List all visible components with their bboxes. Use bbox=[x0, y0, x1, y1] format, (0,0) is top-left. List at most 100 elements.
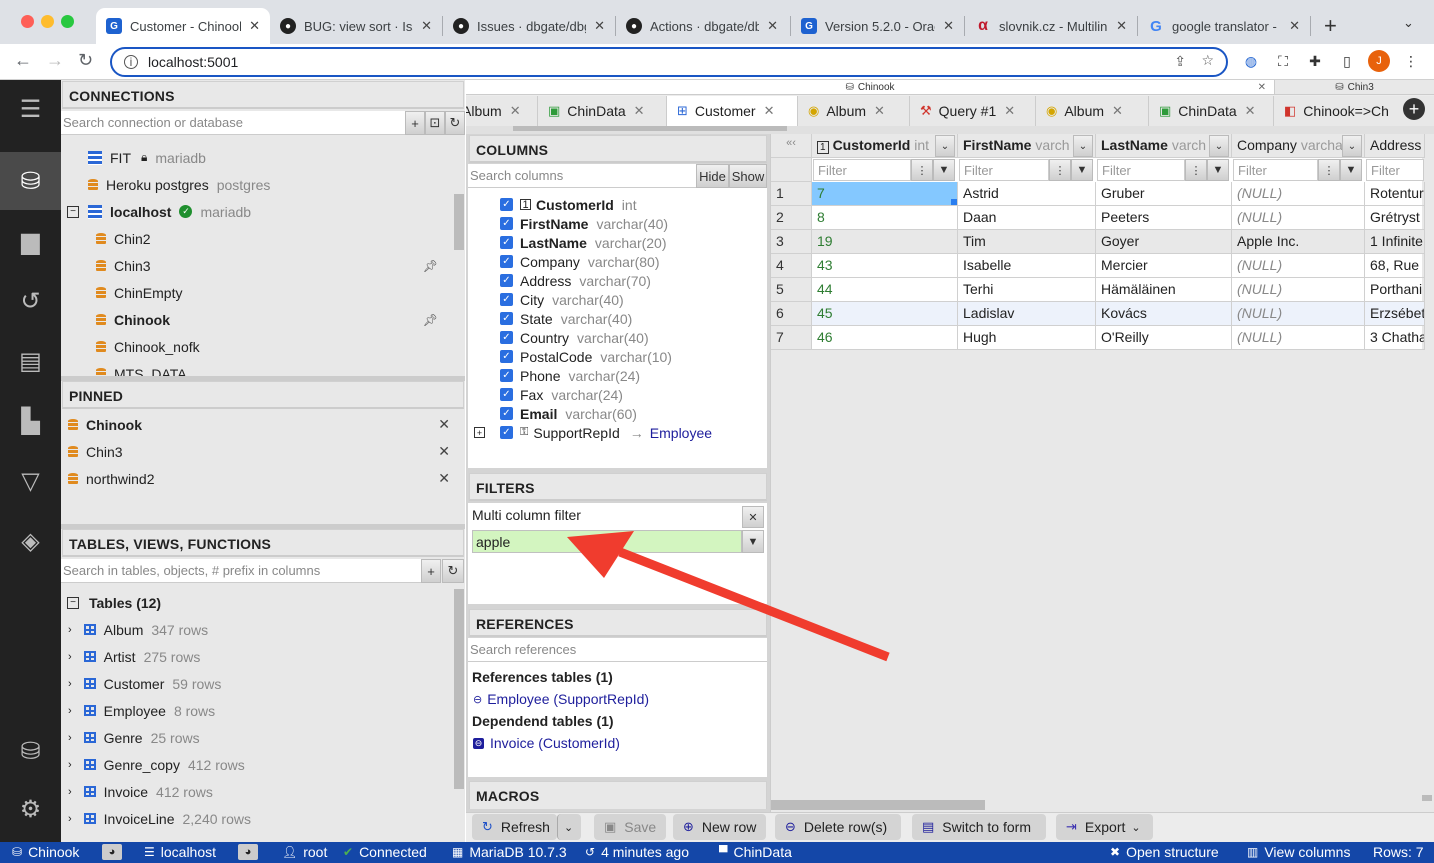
close-tab-icon[interactable]: ✕ bbox=[764, 103, 775, 119]
grid-cell[interactable]: Peeters bbox=[1096, 206, 1232, 230]
database-color-button[interactable]: ◕ bbox=[102, 844, 122, 860]
column-item[interactable]: ✓ City varchar(40) bbox=[500, 290, 624, 309]
table-item[interactable]: › Employee 8 rows bbox=[68, 697, 215, 724]
chevron-right-icon[interactable]: › bbox=[68, 732, 72, 744]
column-checkbox[interactable]: ✓ bbox=[500, 217, 513, 230]
refresh-connections-button[interactable]: ↻ bbox=[445, 111, 465, 135]
fk-target-link[interactable]: Employee bbox=[650, 425, 712, 441]
unpin-icon[interactable]: ✕ bbox=[438, 416, 450, 433]
back-button[interactable]: ← bbox=[14, 50, 32, 71]
column-checkbox[interactable]: ✓ bbox=[500, 331, 513, 344]
filter-options-button[interactable]: ⋮ bbox=[1049, 159, 1071, 181]
column-checkbox[interactable]: ✓ bbox=[500, 274, 513, 287]
connections-search-input[interactable]: Search connection or database bbox=[61, 111, 405, 135]
menu-icon[interactable]: ☰ bbox=[0, 80, 61, 138]
chevron-right-icon[interactable]: › bbox=[68, 705, 72, 717]
doc-tab[interactable]: ⚒ Query #1 ✕ bbox=[910, 96, 1036, 126]
delete-rows-button[interactable]: ⊖ Delete row(s) bbox=[775, 814, 901, 840]
grid-cell[interactable]: Daan bbox=[958, 206, 1096, 230]
column-checkbox[interactable]: ✓ bbox=[500, 236, 513, 249]
reload-button[interactable]: ↻ bbox=[78, 50, 93, 71]
grid-cell[interactable]: Astrid bbox=[958, 182, 1096, 206]
column-menu-button[interactable]: ⌄ bbox=[1073, 135, 1093, 157]
chevron-right-icon[interactable]: › bbox=[68, 678, 72, 690]
tabs-scrollbar[interactable] bbox=[513, 126, 787, 131]
grid-cell[interactable]: 7 bbox=[812, 182, 958, 206]
grid-cell[interactable]: 68, Rue bbox=[1365, 254, 1425, 278]
grid-cell[interactable]: (NULL) bbox=[1232, 278, 1365, 302]
add-tab-button[interactable]: + bbox=[1403, 98, 1425, 120]
grid-cell[interactable]: 44 bbox=[812, 278, 958, 302]
new-tab-button[interactable]: + bbox=[1324, 13, 1337, 39]
column-checkbox[interactable]: ✓ bbox=[500, 426, 513, 439]
address-bar[interactable]: i localhost:5001 ⇪ ☆ bbox=[110, 47, 1228, 77]
browser-tab[interactable]: G Customer - Chinook ✕ bbox=[96, 8, 270, 44]
grid-cell[interactable]: (NULL) bbox=[1232, 254, 1365, 278]
refresh-button[interactable]: ↻ Refresh bbox=[472, 814, 557, 840]
tab-group-chin3[interactable]: ⛁ Chin3 bbox=[1274, 80, 1434, 95]
database-item[interactable]: ChinEmpty bbox=[96, 279, 182, 306]
column-item[interactable]: ✓ Email varchar(60) bbox=[500, 404, 637, 423]
close-tab-icon[interactable]: ✕ bbox=[249, 18, 260, 34]
connection-item[interactable]: FIT 🔒︎ mariadb bbox=[88, 144, 206, 171]
status-database[interactable]: ⛁ Chinook bbox=[12, 844, 79, 860]
row-number[interactable]: 4 bbox=[771, 254, 812, 278]
row-number[interactable]: 2 bbox=[771, 206, 812, 230]
browser-tab[interactable]: ● Issues · dbgate/dbg ✕ bbox=[443, 8, 615, 44]
chevron-right-icon[interactable]: › bbox=[68, 651, 72, 663]
column-checkbox[interactable]: ✓ bbox=[500, 312, 513, 325]
column-checkbox[interactable]: ✓ bbox=[500, 388, 513, 401]
table-item[interactable]: › Artist 275 rows bbox=[68, 643, 200, 670]
view-columns-button[interactable]: ▥ View columns bbox=[1247, 844, 1350, 860]
tables-search-input[interactable]: Search in tables, objects, # prefix in c… bbox=[61, 559, 421, 583]
grid-cell[interactable]: Goyer bbox=[1096, 230, 1232, 254]
grid-cell[interactable]: Tim bbox=[958, 230, 1096, 254]
column-item[interactable]: ✓ Company varchar(80) bbox=[500, 252, 660, 271]
filter-options-button[interactable]: ⋮ bbox=[911, 159, 933, 181]
column-item[interactable]: ✓ Country varchar(40) bbox=[500, 328, 649, 347]
chevron-right-icon[interactable]: › bbox=[68, 759, 72, 771]
refresh-tables-button[interactable]: ↻ bbox=[442, 559, 464, 583]
collapse-icon[interactable]: − bbox=[67, 596, 79, 609]
layers-icon[interactable]: ◈ bbox=[0, 512, 61, 570]
connection-item[interactable]: Heroku postgres postgres bbox=[88, 171, 270, 198]
column-filter-input[interactable]: Filter bbox=[813, 159, 911, 181]
table-item[interactable]: › Genre 25 rows bbox=[68, 724, 200, 751]
add-table-button[interactable]: + bbox=[421, 559, 441, 583]
new-folder-button[interactable]: ⊡ bbox=[425, 111, 445, 135]
table-item[interactable]: › InvoiceLine 2,240 rows bbox=[68, 805, 251, 832]
pinned-item[interactable]: Chin3 ✕ bbox=[68, 438, 462, 465]
collapse-icon[interactable]: − bbox=[67, 205, 79, 218]
references-search-input[interactable]: Search references bbox=[468, 638, 767, 662]
chevron-right-icon[interactable]: › bbox=[68, 813, 72, 825]
unpin-icon[interactable]: ✕ bbox=[438, 470, 450, 487]
tab-search-chevron-icon[interactable]: ⌄ bbox=[1403, 15, 1414, 31]
column-menu-button[interactable]: ⌄ bbox=[935, 135, 955, 157]
table-item[interactable]: › Customer 59 rows bbox=[68, 670, 221, 697]
close-tab-icon[interactable]: ✕ bbox=[767, 18, 778, 34]
unpin-icon[interactable]: ✕ bbox=[438, 443, 450, 460]
filter-options-button[interactable]: ⋮ bbox=[1318, 159, 1340, 181]
extension-icon[interactable]: ◍ bbox=[1242, 52, 1260, 70]
filter-type-button[interactable]: ▼ bbox=[933, 159, 955, 181]
browser-menu-icon[interactable]: ⋮ bbox=[1402, 52, 1420, 70]
close-group-icon[interactable]: ✕ bbox=[1258, 82, 1266, 93]
column-header[interactable]: Address bbox=[1365, 134, 1425, 158]
database-eye-icon[interactable]: ⛁ bbox=[0, 722, 61, 780]
tables-scrollbar[interactable] bbox=[454, 589, 464, 789]
dependend-link[interactable]: ⊖ Invoice (CustomerId) bbox=[473, 735, 620, 751]
grid-cell[interactable]: Porthani bbox=[1365, 278, 1425, 302]
database-icon[interactable]: ⛁ bbox=[0, 152, 61, 210]
close-tab-icon[interactable]: ✕ bbox=[1112, 103, 1123, 119]
save-button[interactable]: ▣ Save bbox=[594, 814, 666, 840]
close-tab-icon[interactable]: ✕ bbox=[1245, 103, 1256, 119]
grid-cell[interactable]: Erzsébet bbox=[1365, 302, 1425, 326]
grid-cell[interactable]: 45 bbox=[812, 302, 958, 326]
browser-tab[interactable]: G Version 5.2.0 - Orac ✕ bbox=[791, 8, 964, 44]
column-filter-input[interactable]: Filter bbox=[959, 159, 1049, 181]
doc-tab[interactable]: ◉ Album ✕ bbox=[798, 96, 910, 126]
row-number[interactable]: 6 bbox=[771, 302, 812, 326]
new-row-button[interactable]: ⊕ New row bbox=[673, 814, 766, 840]
table-item[interactable]: › Genre_copy 412 rows bbox=[68, 751, 245, 778]
column-item[interactable]: ✓ Phone varchar(24) bbox=[500, 366, 640, 385]
